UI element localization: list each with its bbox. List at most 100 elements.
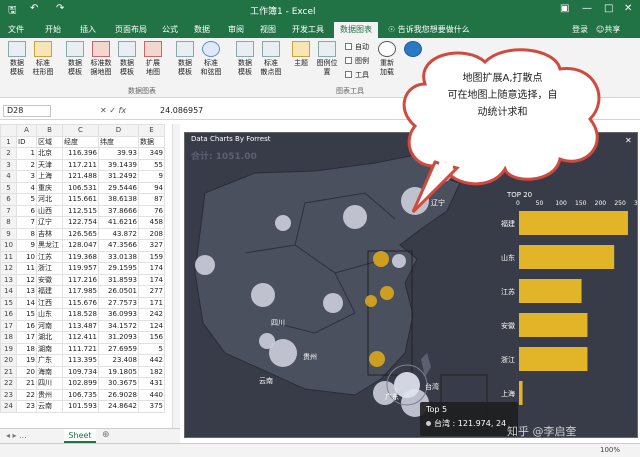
cell[interactable]: 31.2093 bbox=[98, 331, 139, 344]
cell[interactable]: ID bbox=[16, 135, 37, 148]
column-header[interactable]: D bbox=[98, 124, 139, 137]
bar[interactable] bbox=[519, 245, 615, 269]
row-header[interactable]: 11 bbox=[0, 250, 17, 263]
tab-review[interactable]: 审阅 bbox=[228, 24, 244, 35]
cell[interactable]: 江苏 bbox=[36, 250, 63, 263]
cell[interactable]: 109.734 bbox=[62, 365, 99, 378]
bar[interactable] bbox=[519, 313, 588, 337]
cell[interactable]: 数据 bbox=[138, 135, 165, 148]
close-icon[interactable]: ✕ bbox=[624, 3, 632, 14]
cell[interactable]: 327 bbox=[138, 239, 165, 252]
tab-developer[interactable]: 开发工具 bbox=[292, 24, 324, 35]
cell[interactable]: 33.0138 bbox=[98, 250, 139, 263]
cell[interactable]: 5 bbox=[138, 342, 165, 355]
cell[interactable]: 北京 bbox=[36, 147, 63, 160]
data-template-button-1[interactable]: 数据 模板 bbox=[4, 41, 30, 77]
cell[interactable]: 24.8642 bbox=[98, 400, 139, 413]
cell[interactable]: 9 bbox=[16, 239, 37, 252]
cell[interactable]: 39.1439 bbox=[98, 158, 139, 171]
row-header[interactable]: 24 bbox=[0, 400, 17, 413]
map-bubble[interactable] bbox=[380, 286, 394, 300]
ribbon-options-icon[interactable]: ▣ bbox=[560, 3, 569, 14]
cell[interactable]: 山东 bbox=[36, 308, 63, 321]
cell[interactable]: 11 bbox=[16, 262, 37, 275]
cell[interactable]: 102.899 bbox=[62, 377, 99, 390]
cell[interactable]: 河北 bbox=[36, 193, 63, 206]
cell[interactable]: 29.5446 bbox=[98, 181, 139, 194]
tell-me-search[interactable]: ☉ 告诉我您想要做什么 bbox=[388, 24, 470, 35]
map-bubble[interactable] bbox=[259, 333, 275, 349]
cell[interactable]: 29.1595 bbox=[98, 262, 139, 275]
cell[interactable]: 39.93 bbox=[98, 147, 139, 160]
cell[interactable]: 31.2492 bbox=[98, 170, 139, 183]
row-header[interactable]: 21 bbox=[0, 365, 17, 378]
add-sheet-icon[interactable]: ⊕ bbox=[102, 430, 110, 440]
cell[interactable]: 14 bbox=[16, 296, 37, 309]
row-header[interactable]: 20 bbox=[0, 354, 17, 367]
cell[interactable]: 纬度 bbox=[98, 135, 139, 148]
cell[interactable]: 四川 bbox=[36, 377, 63, 390]
cell[interactable]: 5 bbox=[16, 193, 37, 206]
cell[interactable]: 47.3566 bbox=[98, 239, 139, 252]
cell[interactable]: 113.487 bbox=[62, 319, 99, 332]
cell[interactable]: 3 bbox=[16, 170, 37, 183]
tab-page-layout[interactable]: 页面布局 bbox=[115, 24, 147, 35]
cell[interactable]: 174 bbox=[138, 262, 165, 275]
cell[interactable]: 111.721 bbox=[62, 342, 99, 355]
maximize-icon[interactable]: □ bbox=[604, 3, 613, 14]
row-header[interactable]: 14 bbox=[0, 285, 17, 298]
cell[interactable]: 天津 bbox=[36, 158, 63, 171]
cell[interactable]: 6 bbox=[16, 204, 37, 217]
row-header[interactable]: 23 bbox=[0, 388, 17, 401]
cell[interactable]: 17 bbox=[16, 331, 37, 344]
cell[interactable]: 94 bbox=[138, 181, 165, 194]
cell[interactable]: 122.754 bbox=[62, 216, 99, 229]
cell[interactable]: 经度 bbox=[62, 135, 99, 148]
fx-icon[interactable]: ✕ ✓ fx bbox=[100, 106, 126, 115]
cell[interactable]: 34.1572 bbox=[98, 319, 139, 332]
map-bubble[interactable] bbox=[369, 351, 385, 367]
cell[interactable]: 116.396 bbox=[62, 147, 99, 160]
cell[interactable]: 8 bbox=[16, 227, 37, 240]
row-header[interactable]: 12 bbox=[0, 262, 17, 275]
cell[interactable]: 117.211 bbox=[62, 158, 99, 171]
cell[interactable]: 重庆 bbox=[36, 181, 63, 194]
column-header[interactable]: B bbox=[36, 124, 63, 137]
name-box[interactable]: D28 bbox=[3, 105, 51, 117]
cell[interactable]: 119.957 bbox=[62, 262, 99, 275]
cell[interactable]: 31.8593 bbox=[98, 273, 139, 286]
row-header[interactable]: 5 bbox=[0, 181, 17, 194]
theme-button[interactable]: 主题 bbox=[288, 41, 314, 68]
row-header[interactable]: 2 bbox=[0, 147, 17, 160]
row-header[interactable]: 19 bbox=[0, 342, 17, 355]
standard-scatter-chart-button[interactable]: 标准 散点图 bbox=[258, 41, 284, 77]
cell[interactable]: 156 bbox=[138, 331, 165, 344]
row-header[interactable]: 16 bbox=[0, 308, 17, 321]
cell[interactable]: 375 bbox=[138, 400, 165, 413]
row-header[interactable]: 7 bbox=[0, 204, 17, 217]
cell[interactable]: 349 bbox=[138, 147, 165, 160]
cell[interactable]: 福建 bbox=[36, 285, 63, 298]
cell[interactable]: 12 bbox=[16, 273, 37, 286]
row-header[interactable]: 22 bbox=[0, 377, 17, 390]
cell[interactable]: 182 bbox=[138, 365, 165, 378]
cell[interactable]: 10 bbox=[16, 250, 37, 263]
standard-data-map-button[interactable]: 标准数 据地图 bbox=[88, 41, 114, 77]
cell[interactable]: 21 bbox=[16, 377, 37, 390]
bar[interactable] bbox=[519, 279, 582, 303]
row-header[interactable]: 4 bbox=[0, 170, 17, 183]
bar[interactable] bbox=[519, 347, 588, 371]
cell[interactable]: 117.985 bbox=[62, 285, 99, 298]
cell[interactable]: 海南 bbox=[36, 365, 63, 378]
share-button[interactable]: ☺共享 bbox=[596, 24, 620, 35]
row-header[interactable]: 9 bbox=[0, 227, 17, 240]
undo-icon[interactable]: ↶ bbox=[30, 3, 38, 14]
cell[interactable]: 7 bbox=[16, 216, 37, 229]
cell[interactable]: 23.408 bbox=[98, 354, 139, 367]
tab-home[interactable]: 开始 bbox=[45, 24, 61, 35]
worksheet-grid[interactable]: A B C D E 1 ID 区域 经度 纬度 数据 2 1 北京 116.396 39.93 349 3 2 天津 1… bbox=[0, 124, 172, 428]
cell[interactable]: 37.8666 bbox=[98, 204, 139, 217]
cell[interactable]: 119.368 bbox=[62, 250, 99, 263]
bar[interactable] bbox=[519, 211, 628, 235]
cell[interactable]: 124 bbox=[138, 319, 165, 332]
